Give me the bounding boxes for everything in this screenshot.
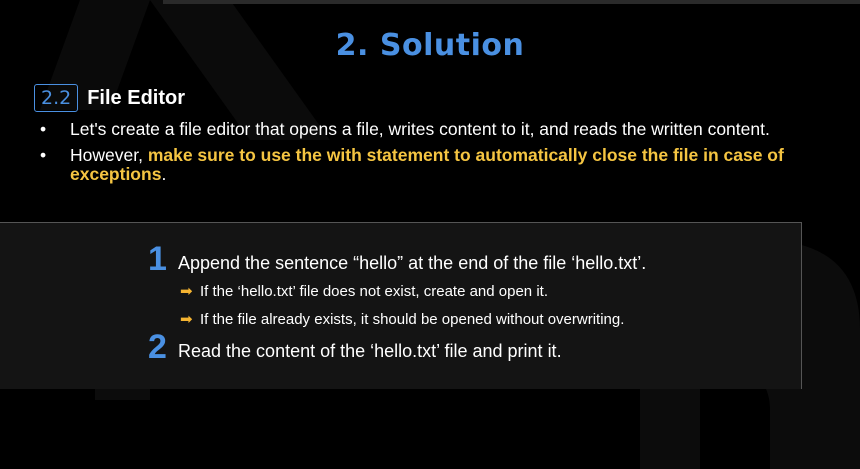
bullet-marker: •: [40, 119, 47, 139]
step-1-subitem: ➡ If the ‘hello.txt’ file does not exist…: [180, 282, 548, 301]
bullet-highlight: make sure to use the with statement to a…: [70, 145, 784, 184]
step-2: 2 Read the content of the ‘hello.txt’ fi…: [148, 330, 562, 364]
bullet-item: • However, make sure to use the with sta…: [40, 146, 820, 184]
arrow-right-icon: ➡: [180, 311, 193, 328]
step-1: 1 Append the sentence “hello” at the end…: [148, 242, 646, 276]
subitem-text: If the file already exists, it should be…: [200, 310, 625, 328]
bullet-suffix: .: [161, 164, 167, 184]
bullet-text: Let's create a file editor that opens a …: [70, 119, 770, 139]
section-number-badge: 2.2: [34, 84, 79, 112]
step-1-subitem: ➡ If the file already exists, it should …: [180, 310, 625, 329]
section-header: 2.2 File Editor: [34, 84, 185, 112]
bullet-item: • Let's create a file editor that opens …: [40, 120, 820, 139]
step-text: Read the content of the ‘hello.txt’ file…: [178, 341, 562, 361]
step-text: Append the sentence “hello” at the end o…: [178, 253, 647, 273]
section-title: File Editor: [87, 86, 186, 109]
step-number: 1: [148, 240, 167, 278]
page-title: 2. Solution: [335, 28, 525, 63]
bullet-prefix: However,: [70, 145, 148, 165]
subitem-text: If the ‘hello.txt’ file does not exist, …: [200, 282, 548, 300]
bullet-marker: •: [40, 145, 47, 165]
bullet-list: • Let's create a file editor that opens …: [40, 120, 820, 191]
step-number: 2: [148, 328, 167, 366]
top-rule: [163, 0, 860, 4]
arrow-right-icon: ➡: [180, 283, 193, 300]
